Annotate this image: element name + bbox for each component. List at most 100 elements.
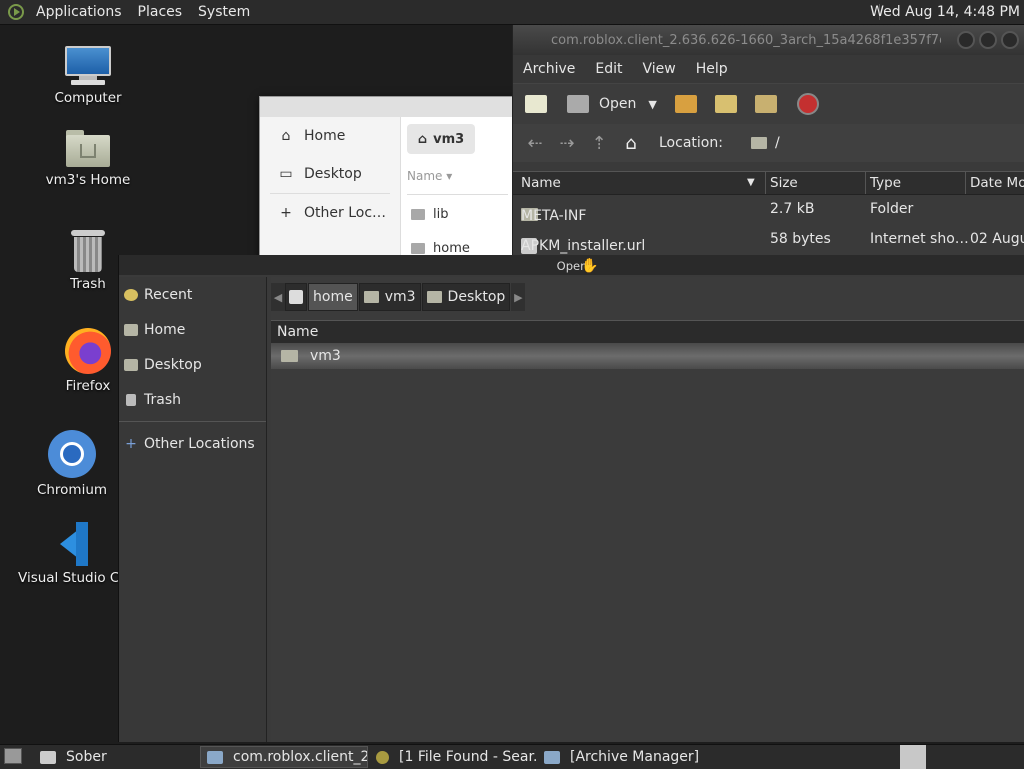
desktop-icon-label: vm3's Home (45, 172, 131, 188)
window-titlebar[interactable] (260, 97, 520, 118)
open-dropdown-arrow-icon[interactable]: ▼ (648, 98, 656, 111)
sidebar-item-recent[interactable]: Recent (119, 277, 266, 312)
list-item[interactable]: home (411, 241, 470, 256)
home-icon: ⌂ (417, 131, 428, 147)
dialog-titlebar[interactable]: Open ✋ (119, 255, 1024, 275)
desktop-icon-computer[interactable]: Computer (38, 46, 138, 106)
sidebar-item-trash[interactable]: Trash (119, 382, 266, 417)
add-files-icon[interactable] (714, 95, 737, 113)
open-file-dialog[interactable]: Open ✋ Recent Home Desktop Trash + Other … (118, 255, 1024, 742)
sidebar-item-home[interactable]: ⌂ Home (260, 117, 400, 155)
column-separator (965, 172, 966, 194)
places-menu[interactable]: Places (130, 4, 191, 20)
column-separator (765, 172, 766, 194)
bottom-taskbar: Sober com.roblox.client_2... [1 File Fou… (0, 744, 1024, 769)
column-header-type[interactable]: Type (870, 175, 901, 191)
firefox-icon (65, 328, 111, 374)
open-button[interactable]: Open (599, 96, 636, 112)
column-header-name[interactable]: Name (271, 320, 1024, 344)
list-item[interactable]: lib (411, 207, 448, 222)
toolbar: Open ▼ (513, 83, 1024, 124)
column-header-name[interactable]: Name ▾ (407, 169, 452, 183)
desktop-icon-label: Chromium (36, 482, 108, 498)
path-root-button[interactable] (285, 283, 307, 311)
table-row[interactable]: META-INF 2.7 kB Folder (513, 194, 1024, 224)
taskbar-item-sober[interactable]: Sober (34, 746, 198, 768)
show-desktop-icon[interactable] (4, 748, 22, 764)
vscode-icon (46, 522, 90, 566)
path-segment-home[interactable]: home (308, 283, 358, 311)
file-row-selected[interactable]: vm3 (271, 343, 1024, 369)
minimize-button[interactable] (957, 31, 975, 49)
taskbar-item-archive-manager[interactable]: [Archive Manager] (538, 746, 708, 768)
divider (407, 194, 508, 195)
places-sidebar: Recent Home Desktop Trash + Other Locatio… (119, 277, 267, 742)
search-icon (376, 750, 389, 764)
column-header-date[interactable]: Date Mo (970, 175, 1024, 191)
column-header-name[interactable]: Name (521, 175, 561, 191)
file-manager-window-back[interactable]: ⌂ Home ▭ Desktop + Other Loc… ⌂ vm3 Name ▾ l… (259, 96, 521, 258)
location-bar: ⇠ ⇢ ⇡ ⌂ Location: / (513, 124, 1024, 162)
trash-icon (71, 230, 105, 272)
desktop-icon-label: Visual Studio Co (18, 570, 118, 586)
home-icon[interactable]: ⌂ (621, 133, 641, 154)
desktop-icon-home[interactable]: vm3's Home (38, 130, 138, 188)
folder-icon (750, 137, 767, 149)
drive-icon (289, 290, 303, 304)
column-header-size[interactable]: Size (770, 175, 798, 191)
desktop-icon-chromium[interactable]: Chromium (22, 430, 122, 498)
location-path[interactable]: / (750, 135, 780, 151)
trash-icon (126, 393, 136, 406)
window-titlebar[interactable]: com.roblox.client_2.636.626-1660_3arch_1… (513, 25, 1024, 55)
sidebar-item-other-locations[interactable]: + Other Loc… (260, 194, 400, 232)
close-button[interactable] (1001, 31, 1019, 49)
stop-icon[interactable] (796, 93, 819, 115)
home-folder-icon (124, 323, 138, 336)
open-archive-icon[interactable] (567, 95, 589, 113)
new-archive-icon[interactable] (525, 95, 547, 113)
path-segment-desktop[interactable]: Desktop (421, 283, 511, 311)
extract-icon[interactable] (674, 95, 697, 113)
menu-archive[interactable]: Archive (513, 61, 585, 77)
mate-logo-icon[interactable] (8, 4, 24, 20)
desktop-icon-label: Computer (54, 90, 122, 106)
sidebar-item-desktop[interactable]: ▭ Desktop (260, 155, 400, 193)
top-panel: Applications Places System Wed Aug 14, 4… (0, 0, 1024, 25)
desktop-folder-icon (124, 358, 138, 371)
path-segment-vm3[interactable]: vm3 (358, 283, 421, 311)
sidebar-item-other-locations[interactable]: + Other Locations (119, 426, 266, 461)
workspace-switcher[interactable] (900, 745, 926, 769)
path-bar: ◀ home vm3 Desktop ▶ (271, 283, 526, 311)
location-label: Location: (659, 135, 723, 151)
back-arrow-icon[interactable]: ⇠ (525, 133, 545, 154)
hand-cursor-icon: ✋ (581, 258, 599, 274)
archive-manager-window[interactable]: com.roblox.client_2.636.626-1660_3arch_1… (512, 25, 1024, 257)
sort-arrow-icon[interactable]: ▼ (747, 177, 755, 188)
table-row[interactable]: APKM_installer.url 58 bytes Internet sho… (513, 224, 1024, 254)
breadcrumb-vm3[interactable]: ⌂ vm3 (407, 124, 475, 154)
path-scroll-right-icon[interactable]: ▶ (511, 283, 526, 311)
desktop-folder-icon (426, 291, 442, 303)
maximize-button[interactable] (979, 31, 997, 49)
clock[interactable]: Wed Aug 14, 4:48 PM (860, 0, 1020, 24)
plus-icon: + (280, 205, 292, 221)
menu-edit[interactable]: Edit (585, 61, 632, 77)
forward-arrow-icon[interactable]: ⇢ (557, 133, 577, 154)
menu-view[interactable]: View (633, 61, 686, 77)
system-menu[interactable]: System (190, 4, 258, 20)
taskbar-item-search[interactable]: [1 File Found - Sear... (370, 746, 536, 768)
folder-icon (411, 209, 425, 220)
up-arrow-icon[interactable]: ⇡ (589, 133, 609, 154)
menu-help[interactable]: Help (686, 61, 738, 77)
archive-icon (207, 750, 223, 764)
chromium-icon (48, 430, 96, 478)
sidebar-item-desktop[interactable]: Desktop (119, 347, 266, 382)
desktop-icon-vscode[interactable]: Visual Studio Co (18, 522, 118, 586)
taskbar-item-roblox[interactable]: com.roblox.client_2... (200, 746, 368, 768)
sidebar-item-home[interactable]: Home (119, 312, 266, 347)
applications-menu[interactable]: Applications (28, 4, 130, 20)
home-folder-icon (281, 350, 298, 362)
home-icon: ⌂ (281, 128, 291, 144)
add-folder-icon[interactable] (754, 95, 777, 113)
path-scroll-left-icon[interactable]: ◀ (271, 283, 285, 311)
